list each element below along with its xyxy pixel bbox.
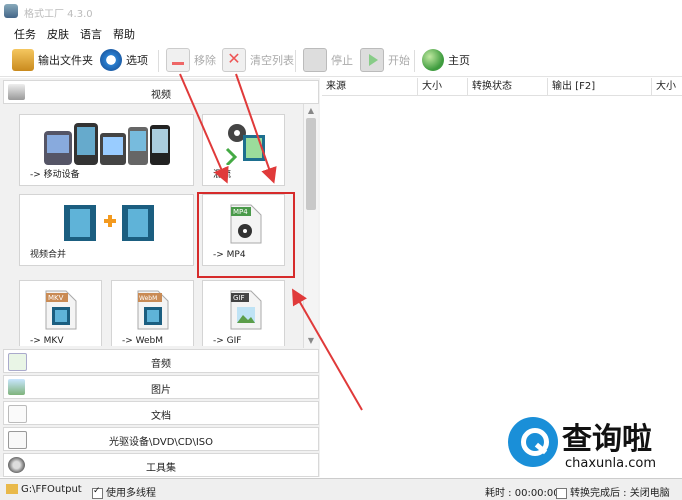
column-size[interactable]: 大小 <box>418 78 468 96</box>
watermark-title: 查询啦 <box>562 422 652 457</box>
after-convert-toggle[interactable]: 转换完成后 : 关闭电脑 <box>556 484 670 499</box>
remove-label: 移除 <box>194 54 216 67</box>
category-disc[interactable]: 光驱设备\DVD\CD\ISO <box>3 427 319 451</box>
stop-icon <box>303 48 327 72</box>
home-label: 主页 <box>448 54 470 67</box>
category-label: 图片 <box>151 385 171 396</box>
after-convert-label: 转换完成后 : 关闭电脑 <box>570 488 670 499</box>
start-label: 开始 <box>388 54 410 67</box>
tile-label: -> 移动设备 <box>30 170 80 180</box>
mp4-highlight-box <box>197 192 295 278</box>
category-image[interactable]: 图片 <box>3 375 319 399</box>
menu-skin[interactable]: 皮肤 <box>47 26 69 42</box>
tile-label: 混流 <box>213 170 232 180</box>
output-folder-label: 输出文件夹 <box>38 54 93 67</box>
play-icon <box>360 48 384 72</box>
category-document[interactable]: 文档 <box>3 401 319 425</box>
multithread-label: 使用多线程 <box>106 488 156 499</box>
start-button[interactable]: 开始 <box>360 48 410 72</box>
tile-label: -> GIF <box>213 336 242 346</box>
clear-list-button[interactable]: ✕ 清空列表 <box>222 48 294 72</box>
output-folder-status[interactable]: G:\FFOutput <box>6 484 82 495</box>
tile-label: -> MKV <box>30 336 64 346</box>
title-bar: 格式工厂 4.3.0 <box>0 0 682 22</box>
stop-label: 停止 <box>331 54 353 67</box>
menu-task[interactable]: 任务 <box>14 26 36 42</box>
menu-language[interactable]: 语言 <box>80 26 102 42</box>
toolbar-separator <box>295 50 296 72</box>
column-status[interactable]: 转换状态 <box>468 78 548 96</box>
home-button[interactable]: 主页 <box>422 48 470 72</box>
home-globe-icon <box>422 49 444 71</box>
video-merge-icon <box>64 205 154 241</box>
column-output[interactable]: 输出 [F2] <box>548 78 652 96</box>
svg-text:MKV: MKV <box>48 294 64 302</box>
mobile-devices-icon <box>44 123 170 165</box>
category-audio[interactable]: 音频 <box>3 349 319 373</box>
multithread-toggle[interactable]: 使用多线程 <box>92 484 156 499</box>
tile-mux[interactable]: 混流 <box>202 114 285 186</box>
options-label: 选项 <box>126 54 148 67</box>
tile-to-mkv[interactable]: MKV -> MKV <box>19 280 102 346</box>
webm-file-icon: WebM <box>137 290 169 330</box>
svg-text:GIF: GIF <box>233 294 245 302</box>
folder-small-icon <box>6 484 18 494</box>
remove-icon <box>166 48 190 72</box>
elapsed-time: 耗时 : 00:00:00 <box>485 488 560 499</box>
watermark-site: chaxunla.com <box>565 456 656 471</box>
category-label: 工具集 <box>146 463 176 474</box>
folder-icon <box>12 49 34 71</box>
clear-list-label: 清空列表 <box>250 54 294 67</box>
column-output-size[interactable]: 大小 <box>652 78 682 96</box>
toolbar-separator <box>414 50 415 72</box>
column-source[interactable]: 来源 <box>322 78 418 96</box>
gear-icon <box>100 49 122 71</box>
scrollbar-thumb[interactable] <box>306 118 316 210</box>
category-label: 音频 <box>151 359 171 370</box>
menu-bar: 任务 皮肤 语言 帮助 <box>0 24 682 42</box>
mkv-file-icon: MKV <box>45 290 77 330</box>
window-title: 格式工厂 4.3.0 <box>24 9 93 20</box>
tile-to-gif[interactable]: GIF -> GIF <box>202 280 285 346</box>
stop-button[interactable]: 停止 <box>303 48 353 72</box>
menu-help[interactable]: 帮助 <box>113 26 135 42</box>
toolbar: 输出文件夹 选项 移除 ✕ 清空列表 停止 开始 主页 <box>0 44 682 77</box>
tile-label: 视频合并 <box>30 250 67 260</box>
scroll-up-icon[interactable]: ▲ <box>306 106 316 116</box>
gif-file-icon: GIF <box>230 290 262 330</box>
mux-icon <box>225 124 265 165</box>
checkbox-icon[interactable] <box>556 487 567 499</box>
app-icon <box>4 4 18 18</box>
category-label: 光驱设备\DVD\CD\ISO <box>108 437 214 448</box>
tiles-scrollbar[interactable]: ▲ ▼ <box>303 104 318 348</box>
checkbox-icon[interactable] <box>92 486 103 499</box>
tile-video-merge[interactable]: 视频合并 <box>19 194 194 266</box>
clear-icon: ✕ <box>222 48 246 72</box>
toolbar-separator <box>158 50 159 72</box>
category-tools[interactable]: 工具集 <box>3 453 319 477</box>
output-path: G:\FFOutput <box>21 484 82 495</box>
options-button[interactable]: 选项 <box>100 48 148 72</box>
output-folder-button[interactable]: 输出文件夹 <box>12 48 93 72</box>
category-video[interactable]: 视频 <box>3 80 319 104</box>
category-label: 视频 <box>151 90 171 101</box>
tile-label: -> WebM <box>122 336 164 346</box>
category-label: 文档 <box>151 411 171 422</box>
svg-text:WebM: WebM <box>139 295 157 302</box>
status-bar: G:\FFOutput 使用多线程 耗时 : 00:00:00 转换完成后 : … <box>0 478 682 500</box>
remove-button[interactable]: 移除 <box>166 48 216 72</box>
tile-mobile-device[interactable]: -> 移动设备 <box>19 114 194 186</box>
scroll-down-icon[interactable]: ▼ <box>306 336 316 346</box>
tile-to-webm[interactable]: WebM -> WebM <box>111 280 194 346</box>
